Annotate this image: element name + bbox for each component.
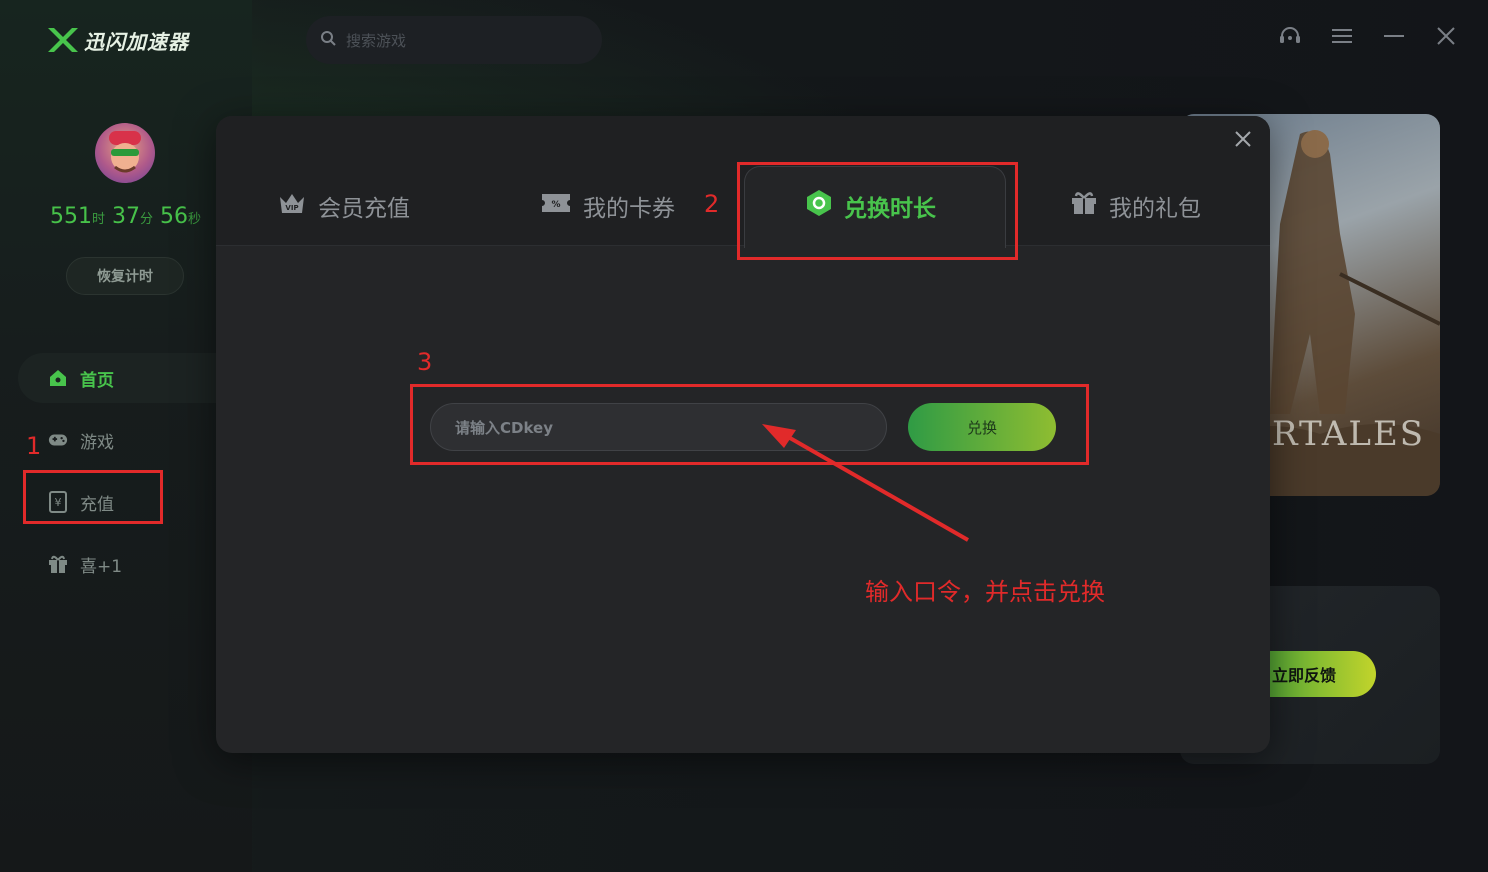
tab-label: 会员充值 [318, 196, 410, 222]
tab-label: 我的礼包 [1109, 196, 1201, 222]
resume-timer-button[interactable]: 恢复计时 [66, 257, 184, 295]
headset-support-icon[interactable] [1278, 24, 1302, 48]
timer-minutes-unit: 分 [140, 212, 154, 227]
annotation-step-2: 2 [704, 190, 720, 218]
game-title-text: RTALES [1272, 414, 1426, 454]
timer-minutes: 37 [112, 204, 141, 229]
svg-text:VIP: VIP [285, 204, 298, 212]
sidebar-item-games[interactable]: 游戏 [18, 415, 218, 465]
annotation-box-redeem-tab [737, 162, 1018, 260]
gift-icon [48, 554, 68, 574]
timer-hours: 551 [50, 204, 92, 229]
annotation-box-recharge [23, 470, 163, 524]
search-bar[interactable]: 搜索游戏 [306, 16, 602, 64]
close-window-icon[interactable] [1434, 24, 1458, 48]
timer-seconds: 56 [160, 204, 189, 229]
avatar-image [109, 131, 141, 173]
timer-hours-unit: 时 [92, 212, 106, 227]
timer-seconds-unit: 秒 [188, 212, 202, 227]
window-controls [1278, 24, 1458, 48]
app-name: 迅闪加速器 [84, 29, 189, 54]
annotation-box-cdkey [410, 384, 1089, 465]
sidebar-item-gift[interactable]: 喜+1 [18, 539, 218, 589]
tab-my-coupons[interactable]: % 我的卡券 [541, 186, 675, 226]
gamepad-icon [48, 430, 68, 450]
minimize-icon[interactable] [1382, 24, 1406, 48]
annotation-instruction: 输入口令，并点击兑换 [865, 578, 1105, 606]
app-logo: 迅闪加速器 [46, 24, 189, 56]
svg-text:%: % [551, 200, 560, 210]
tab-vip-recharge[interactable]: VIP 会员充值 [278, 186, 410, 226]
menu-icon[interactable] [1330, 24, 1354, 48]
annotation-step-3: 3 [417, 348, 433, 376]
search-input[interactable]: 搜索游戏 [346, 30, 406, 51]
vip-crown-icon: VIP [278, 191, 306, 221]
close-icon[interactable] [1232, 128, 1254, 150]
sidebar-item-label: 喜+1 [80, 556, 123, 577]
search-icon [320, 30, 336, 50]
coupon-icon: % [541, 192, 571, 220]
remaining-time: 551时 37分 56秒 [50, 204, 210, 229]
tab-my-gifts[interactable]: 我的礼包 [1071, 186, 1201, 226]
logo-mark-icon [48, 28, 78, 52]
avatar[interactable] [95, 123, 155, 183]
gift-icon [1071, 190, 1097, 222]
annotation-step-1: 1 [26, 432, 42, 460]
sidebar-item-home[interactable]: 首页 [18, 353, 218, 403]
home-icon [48, 368, 68, 388]
sidebar-item-label: 游戏 [80, 432, 114, 453]
tab-label: 我的卡券 [583, 196, 675, 222]
sidebar-item-label: 首页 [80, 370, 114, 391]
